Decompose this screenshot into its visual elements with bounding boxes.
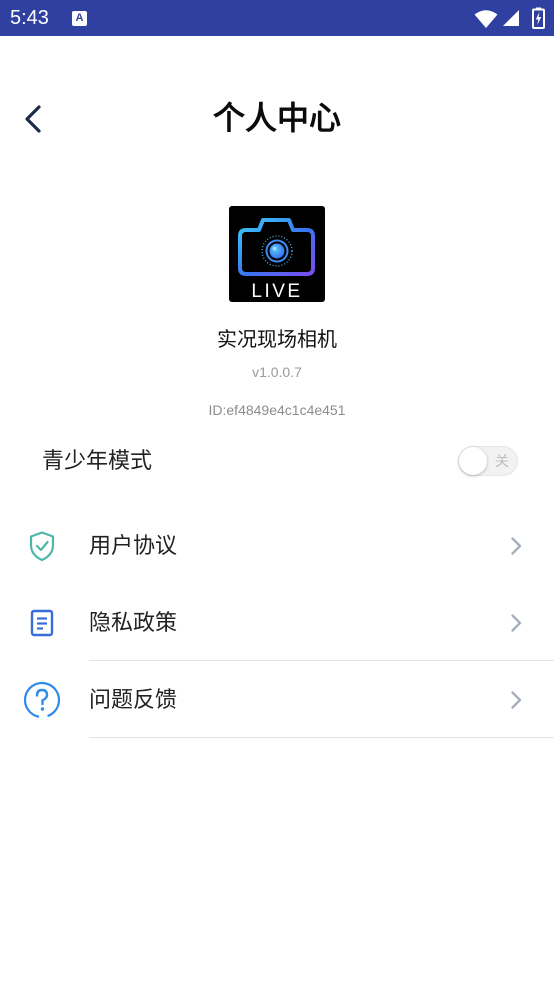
question-circle-icon xyxy=(22,680,62,720)
status-bar: 5:43 A xyxy=(0,0,554,36)
document-icon xyxy=(22,603,62,643)
teen-mode-label: 青少年模式 xyxy=(42,448,153,473)
wifi-icon xyxy=(474,10,498,28)
app-logo: LIVE xyxy=(229,206,325,302)
a-notification-icon: A xyxy=(72,11,87,26)
toggle-knob xyxy=(459,447,487,475)
menu-item-feedback[interactable]: 问题反馈 xyxy=(0,661,554,738)
signal-icon xyxy=(503,10,519,26)
app-name: 实况现场相机 xyxy=(217,329,337,351)
chevron-right-icon xyxy=(511,614,522,632)
chevron-right-icon xyxy=(511,691,522,709)
app-id: ID:ef4849e4c1c4e451 xyxy=(208,402,346,418)
chevron-right-icon xyxy=(511,537,522,555)
logo-text: LIVE xyxy=(251,281,302,302)
page-title: 个人中心 xyxy=(212,100,341,136)
menu-item-label: 隐私政策 xyxy=(89,610,178,635)
menu-item-privacy-policy[interactable]: 隐私政策 xyxy=(0,584,554,661)
toggle-state-label: 关 xyxy=(495,453,509,469)
menu-item-label: 问题反馈 xyxy=(89,687,178,712)
app-version: v1.0.0.7 xyxy=(252,364,302,380)
battery-charging-icon xyxy=(532,7,545,29)
teen-mode-toggle[interactable]: 关 xyxy=(458,446,518,476)
shield-check-icon xyxy=(22,526,62,566)
menu-item-user-agreement[interactable]: 用户协议 xyxy=(0,507,554,584)
status-time: 5:43 xyxy=(10,7,49,29)
menu-item-label: 用户协议 xyxy=(89,533,178,558)
settings-menu: 用户协议 隐私政策 问题反馈 xyxy=(0,507,554,738)
